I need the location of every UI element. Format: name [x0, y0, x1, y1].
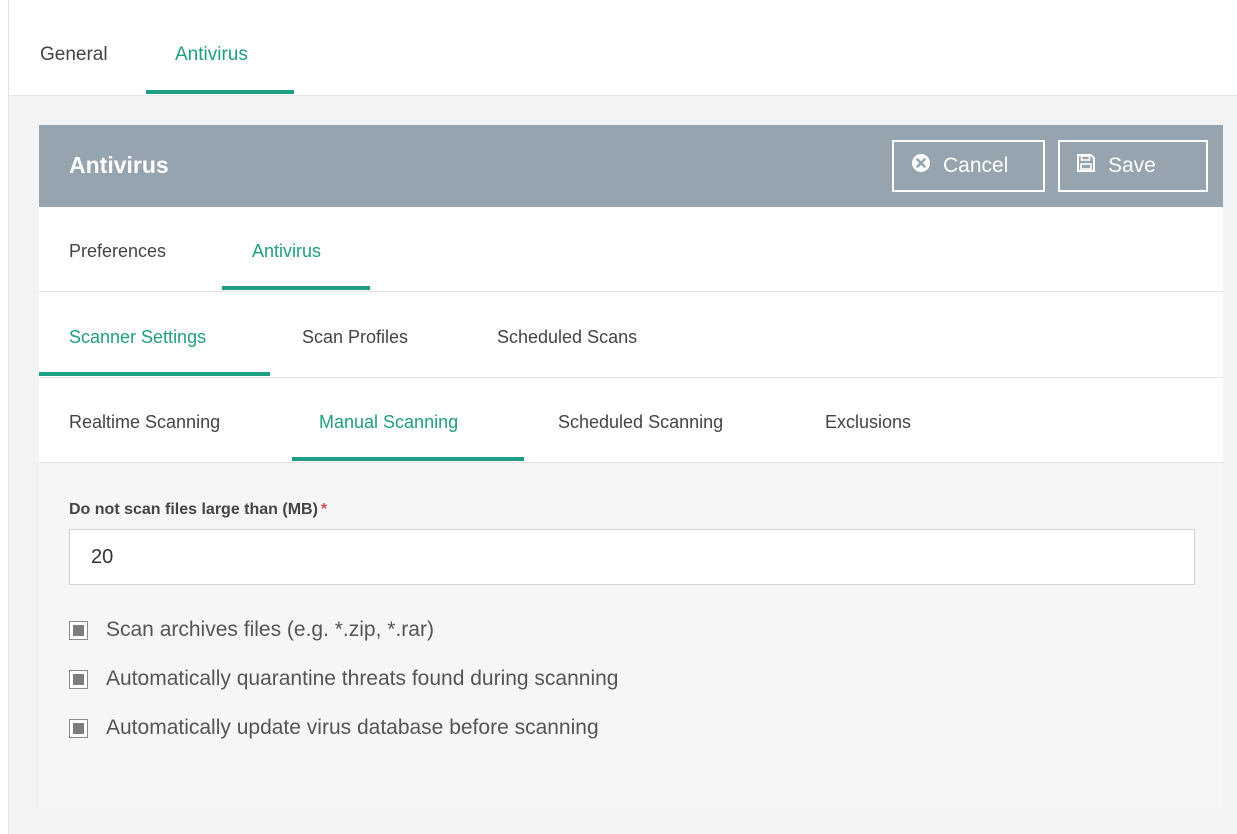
tab-scan-profiles[interactable]: Scan Profiles: [302, 327, 408, 348]
tab-general[interactable]: General: [40, 44, 108, 66]
scan-tab-active-indicator: [292, 457, 524, 461]
scanner-tab-active-indicator: [39, 372, 270, 376]
tab-realtime-scanning[interactable]: Realtime Scanning: [69, 412, 220, 433]
cancel-button[interactable]: Cancel: [892, 140, 1045, 192]
tab-scheduled-scans[interactable]: Scheduled Scans: [497, 327, 637, 348]
tab-active-indicator: [146, 90, 294, 94]
required-marker: *: [320, 501, 328, 518]
sub-tab-active-indicator: [222, 286, 370, 290]
auto-quarantine-label: Automatically quarantine threats found d…: [106, 667, 619, 690]
tab-preferences[interactable]: Preferences: [69, 241, 166, 262]
max-file-size-label-text: Do not scan files large than (MB): [69, 501, 318, 518]
tab-antivirus-sub[interactable]: Antivirus: [252, 241, 321, 262]
tab-antivirus[interactable]: Antivirus: [175, 44, 248, 66]
scan-tab-bar: Realtime Scanning Manual Scanning Schedu…: [39, 378, 1223, 463]
auto-quarantine-checkbox[interactable]: [69, 669, 88, 689]
top-tab-bar: General Antivirus: [9, 0, 1237, 96]
scan-archives-label: Scan archives files (e.g. *.zip, *.rar): [106, 618, 434, 641]
auto-update-db-label: Automatically update virus database befo…: [106, 716, 599, 739]
save-label: Save: [1108, 154, 1156, 177]
scanner-tab-bar: Scanner Settings Scan Profiles Scheduled…: [39, 292, 1223, 378]
scan-archives-checkbox-row[interactable]: Scan archives files (e.g. *.zip, *.rar): [69, 618, 434, 642]
cancel-label: Cancel: [943, 154, 1009, 177]
tab-exclusions[interactable]: Exclusions: [825, 412, 911, 433]
scan-archives-checkbox[interactable]: [69, 620, 88, 640]
tab-scanner-settings[interactable]: Scanner Settings: [69, 327, 206, 348]
max-file-size-label: Do not scan files large than (MB) *: [69, 501, 327, 519]
auto-quarantine-checkbox-row[interactable]: Automatically quarantine threats found d…: [69, 667, 619, 691]
sub-tab-bar: Preferences Antivirus: [39, 207, 1223, 292]
manual-scanning-settings: Do not scan files large than (MB)* Scan …: [39, 463, 1223, 809]
auto-update-db-checkbox[interactable]: [69, 718, 88, 738]
auto-update-db-checkbox-row[interactable]: Automatically update virus database befo…: [69, 716, 599, 740]
tab-manual-scanning[interactable]: Manual Scanning: [319, 412, 458, 433]
policy-page: General Antivirus Antivirus Cancel Save …: [8, 0, 1237, 834]
max-file-size-input[interactable]: [69, 529, 1195, 585]
tab-scheduled-scanning[interactable]: Scheduled Scanning: [558, 412, 723, 433]
antivirus-panel: Antivirus Cancel Save Preferences Antivi…: [39, 125, 1223, 809]
floppy-disk-icon: [1076, 153, 1096, 179]
panel-header: Antivirus Cancel Save: [39, 125, 1223, 207]
x-circle-icon: [911, 153, 931, 179]
panel-title: Antivirus: [69, 152, 169, 178]
save-button[interactable]: Save: [1058, 140, 1208, 192]
